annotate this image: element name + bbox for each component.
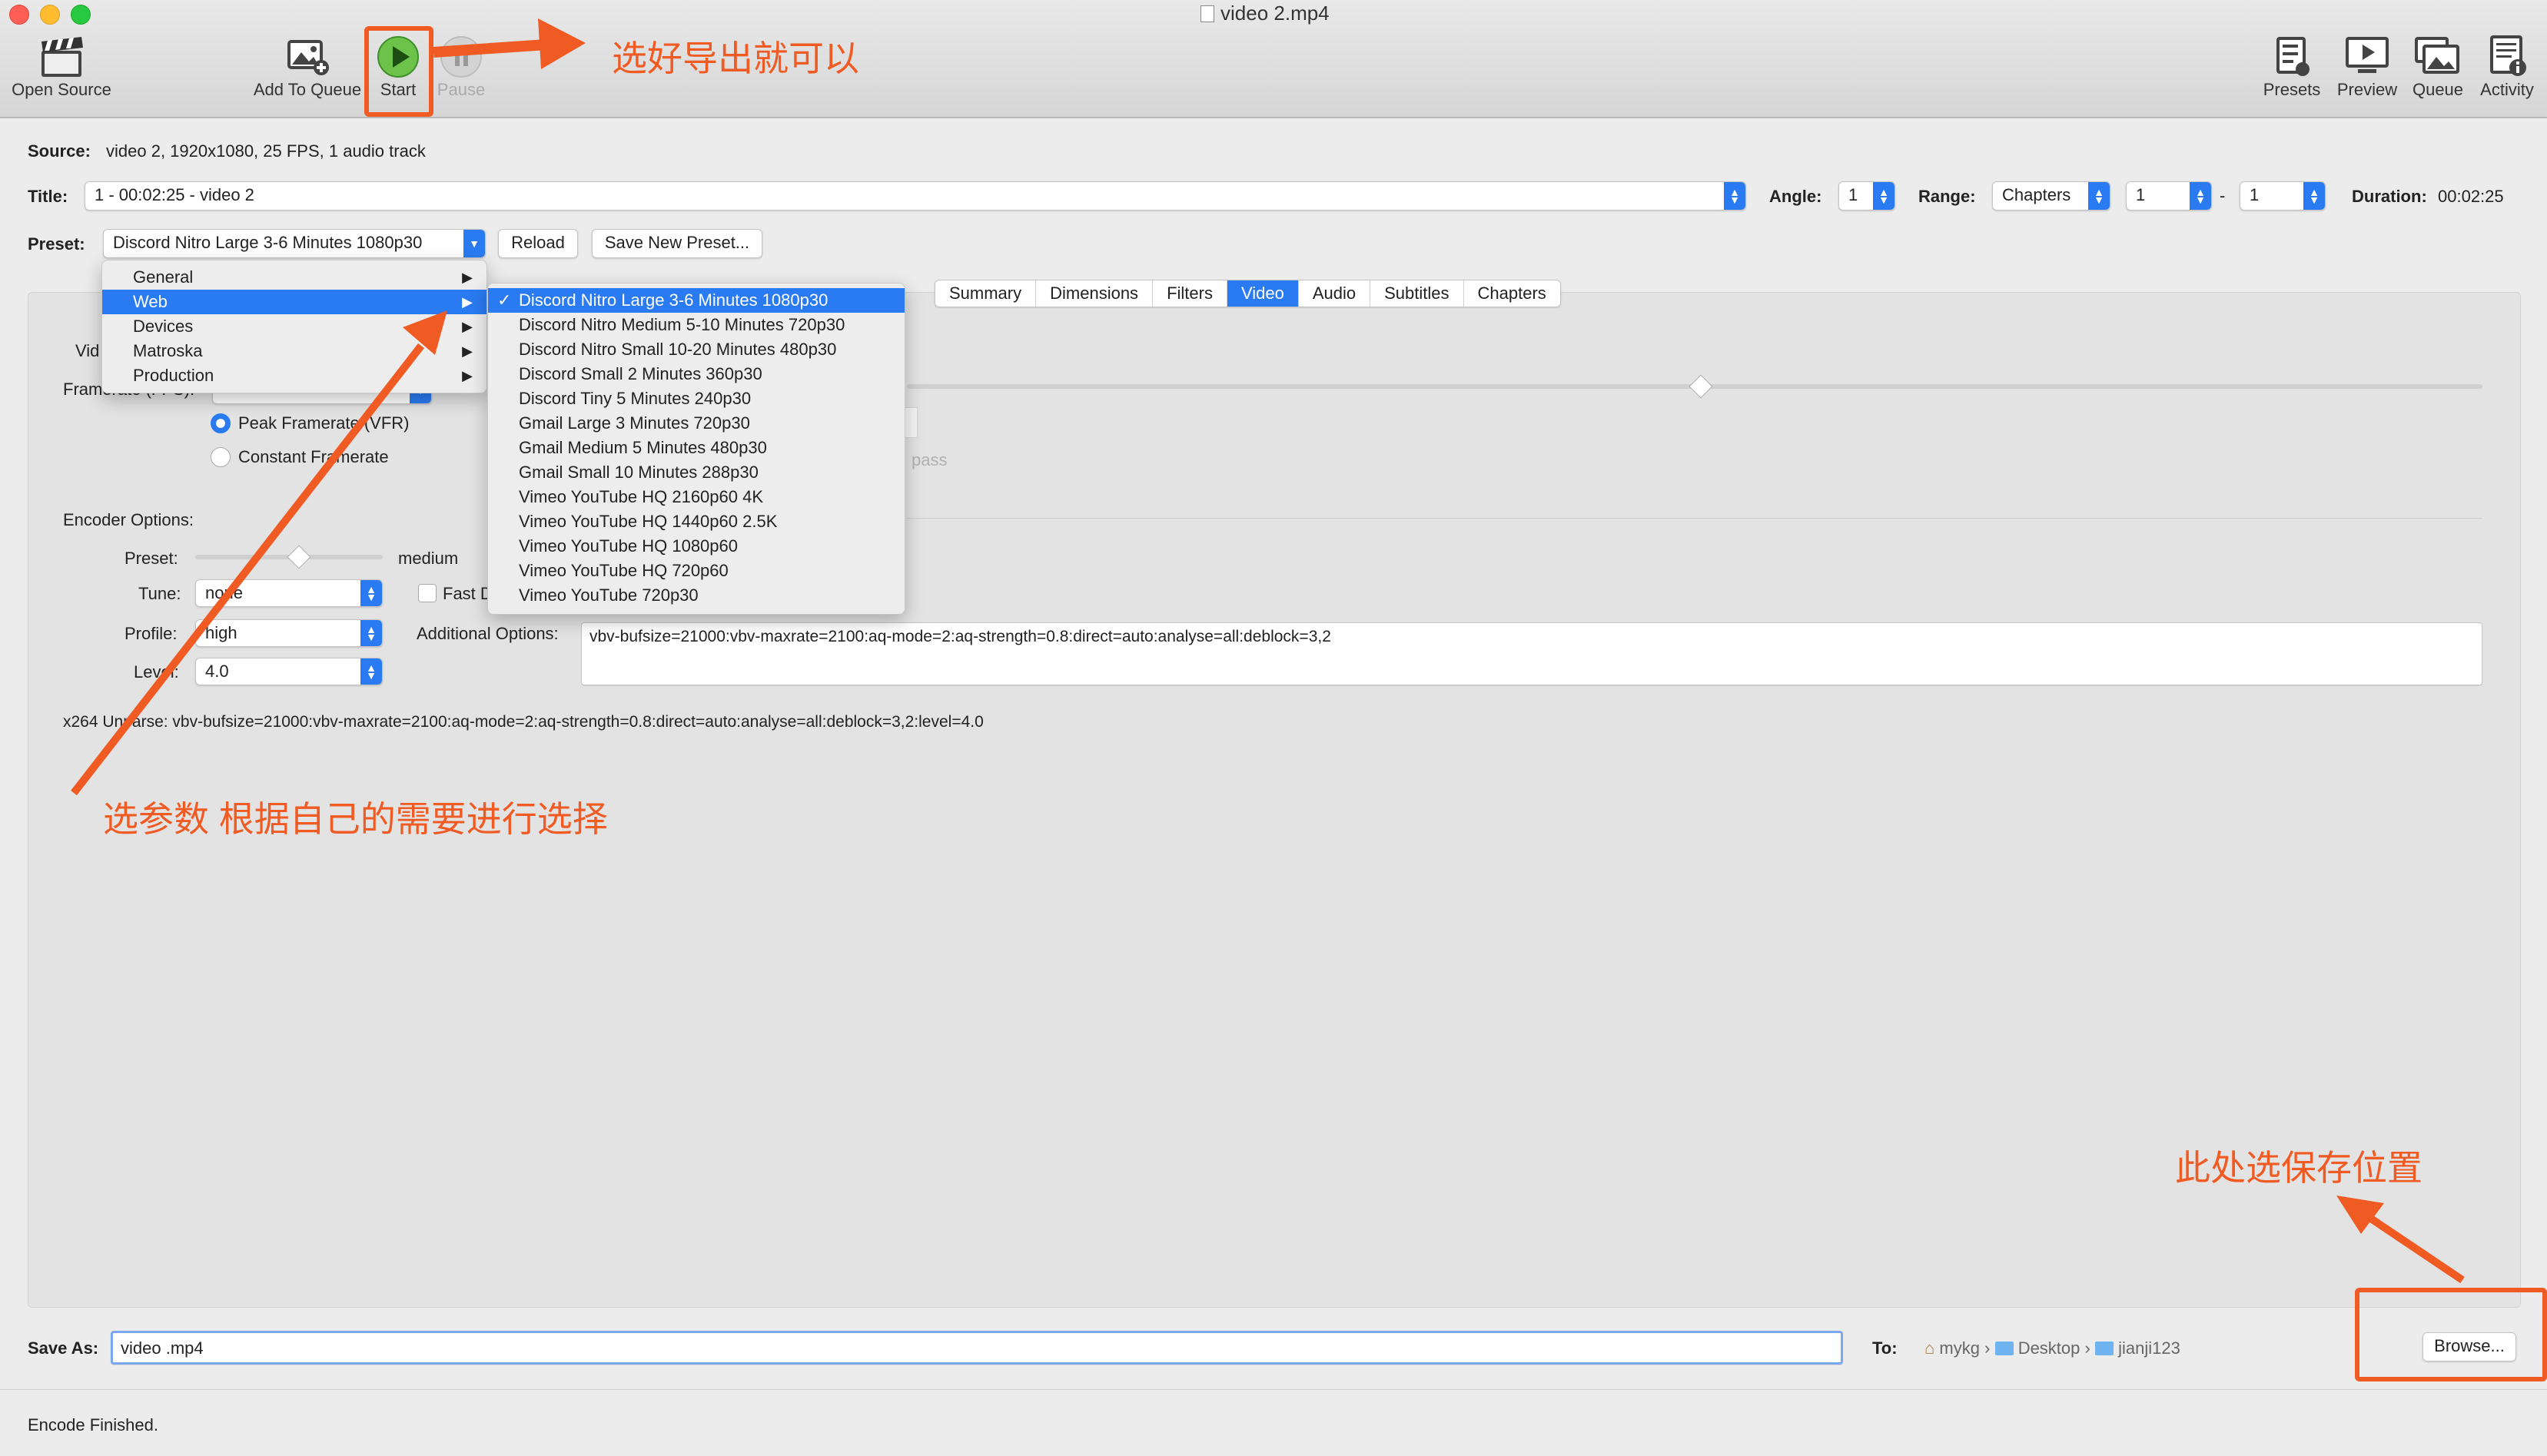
annotation-save-location: 此处选保存位置 xyxy=(2175,1148,2422,1188)
annotation-arrows xyxy=(71,18,2465,1284)
arrow-to-export xyxy=(433,18,586,69)
annotation-export: 选好导出就可以 xyxy=(612,38,859,78)
annotation-params: 选参数 根据自己的需要进行选择 xyxy=(103,799,608,839)
arrow-to-browse xyxy=(2336,1196,2465,1284)
arrow-to-web-menu xyxy=(71,310,447,796)
